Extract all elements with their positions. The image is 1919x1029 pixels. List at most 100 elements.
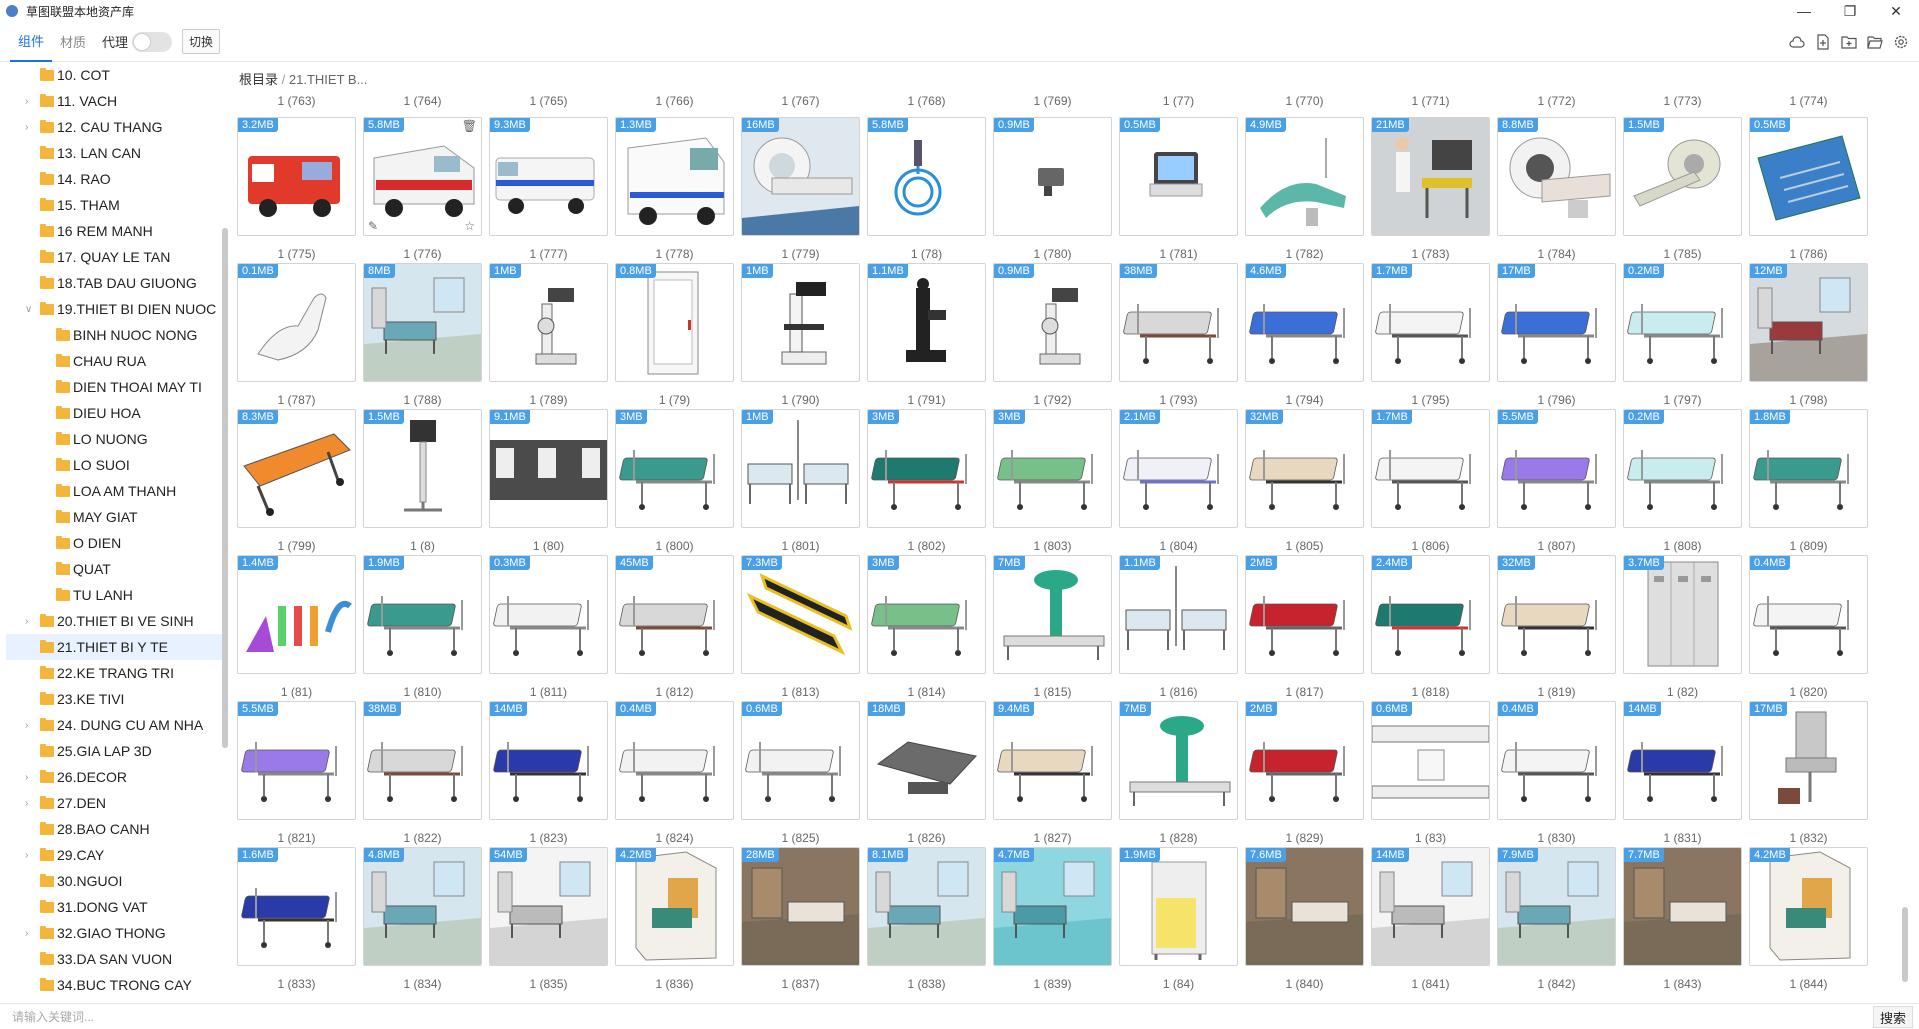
asset-card[interactable]: 54MB 1 (835) xyxy=(489,847,608,993)
asset-thumbnail[interactable]: 0.1MB xyxy=(237,263,356,382)
asset-thumbnail[interactable]: 3.2MB xyxy=(237,117,356,236)
asset-thumbnail[interactable]: 1.1MB xyxy=(867,263,986,382)
tree-item[interactable]: 15. THAM xyxy=(6,192,228,218)
asset-thumbnail[interactable]: 0.9MB xyxy=(993,263,1112,382)
asset-thumbnail[interactable]: 0.5MB xyxy=(1749,117,1868,236)
asset-thumbnail[interactable]: 1.7MB xyxy=(1371,409,1490,528)
asset-thumbnail[interactable]: 18MB xyxy=(867,701,986,820)
tree-item[interactable]: › 29.CAY xyxy=(6,842,228,868)
chevron-right-icon[interactable]: › xyxy=(25,720,28,731)
tree-item[interactable]: DIEU HOA xyxy=(6,400,228,426)
asset-thumbnail[interactable]: 3MB xyxy=(867,555,986,674)
asset-card[interactable]: 16MB 1 (779) xyxy=(741,117,860,263)
tree-item[interactable]: › 24. DUNG CU AM NHA xyxy=(6,712,228,738)
asset-thumbnail[interactable]: 12MB xyxy=(1749,263,1868,382)
asset-card[interactable]: 9.3MB 1 (777) xyxy=(489,117,608,263)
asset-card[interactable]: 1.8MB 1 (809) xyxy=(1749,409,1868,555)
chevron-right-icon[interactable]: › xyxy=(25,928,28,939)
asset-card[interactable]: 0.9MB 1 (792) xyxy=(993,263,1112,409)
asset-card[interactable]: 32MB 1 (819) xyxy=(1497,555,1616,701)
asset-thumbnail[interactable]: 1.1MB xyxy=(1119,555,1238,674)
asset-thumbnail[interactable]: 1.4MB xyxy=(237,555,356,674)
asset-thumbnail[interactable]: 5.8MB xyxy=(867,117,986,236)
tree-item[interactable]: BINH NUOC NONG xyxy=(6,322,228,348)
asset-thumbnail[interactable]: 0.5MB xyxy=(1119,117,1238,236)
asset-card[interactable]: 3MB 1 (802) xyxy=(867,409,986,555)
asset-thumbnail[interactable]: 0.4MB xyxy=(1749,555,1868,674)
asset-card[interactable]: 0.8MB 1 (79) xyxy=(615,263,734,409)
asset-card[interactable]: 0.5MB 1 (786) xyxy=(1749,117,1868,263)
asset-card[interactable]: 5.5MB 1 (821) xyxy=(237,701,356,847)
tree-item[interactable]: › 11. VACH xyxy=(6,88,228,114)
asset-thumbnail[interactable]: 45MB xyxy=(615,555,734,674)
asset-card[interactable]: 3MB 1 (800) xyxy=(615,409,734,555)
switch-button[interactable]: 切换 xyxy=(182,29,221,54)
tree-item[interactable]: 16 REM MANH xyxy=(6,218,228,244)
edit-icon[interactable]: ✎ xyxy=(368,219,378,233)
asset-card[interactable]: 1.5MB 1 (8) xyxy=(363,409,482,555)
asset-thumbnail[interactable]: 7.9MB xyxy=(1497,847,1616,966)
tree-item[interactable]: DIEN THOAI MAY TI xyxy=(6,374,228,400)
asset-thumbnail[interactable]: 4.8MB xyxy=(363,847,482,966)
asset-thumbnail[interactable]: 1MB xyxy=(489,263,608,382)
asset-card[interactable]: 38MB 1 (822) xyxy=(363,701,482,847)
trash-icon[interactable]: 🗑 xyxy=(462,119,477,133)
asset-card[interactable]: 18MB 1 (826) xyxy=(867,701,986,847)
asset-thumbnail[interactable]: 1MB xyxy=(741,409,860,528)
asset-thumbnail[interactable]: 1.9MB xyxy=(1119,847,1238,966)
sidebar-scrollbar[interactable] xyxy=(222,228,228,748)
star-icon[interactable]: ☆ xyxy=(464,219,475,233)
tree-item[interactable]: 18.TAB DAU GIUONG xyxy=(6,270,228,296)
asset-card[interactable]: 28MB 1 (837) xyxy=(741,847,860,993)
asset-card[interactable]: 7.3MB 1 (813) xyxy=(741,555,860,701)
asset-card[interactable]: 2MB 1 (817) xyxy=(1245,555,1364,701)
minimize-icon[interactable]: — xyxy=(1781,0,1827,22)
asset-card[interactable]: 9.4MB 1 (827) xyxy=(993,701,1112,847)
asset-card[interactable]: 1.1MB 1 (791) xyxy=(867,263,986,409)
asset-card[interactable]: 1.3MB 1 (778) xyxy=(615,117,734,263)
tree-item[interactable]: O DIEN xyxy=(6,530,228,556)
asset-thumbnail[interactable]: 1MB xyxy=(741,263,860,382)
asset-card[interactable]: 2.1MB 1 (804) xyxy=(1119,409,1238,555)
asset-thumbnail[interactable]: 32MB xyxy=(1497,555,1616,674)
asset-thumbnail[interactable]: 14MB xyxy=(1623,701,1742,820)
asset-card[interactable]: 7.7MB 1 (843) xyxy=(1623,847,1742,993)
asset-thumbnail[interactable]: 1.6MB xyxy=(237,847,356,966)
chevron-right-icon[interactable]: › xyxy=(25,122,28,133)
asset-thumbnail[interactable]: 9.4MB xyxy=(993,701,1112,820)
chevron-down-icon[interactable]: ∨ xyxy=(25,304,32,315)
asset-thumbnail[interactable]: 2.1MB xyxy=(1119,409,1238,528)
asset-card[interactable]: 8MB 1 (788) xyxy=(363,263,482,409)
tab-components[interactable]: 组件 xyxy=(10,22,53,62)
asset-thumbnail[interactable]: 54MB xyxy=(489,847,608,966)
tree-item[interactable]: 17. QUAY LE TAN xyxy=(6,244,228,270)
asset-card[interactable]: 8.1MB 1 (838) xyxy=(867,847,986,993)
asset-thumbnail[interactable]: 3MB xyxy=(993,409,1112,528)
asset-thumbnail[interactable]: 4.9MB xyxy=(1245,117,1364,236)
tree-item[interactable]: LOA AM THANH xyxy=(6,478,228,504)
tree-item[interactable]: 22.KE TRANG TRI xyxy=(6,660,228,686)
asset-thumbnail[interactable]: 3MB xyxy=(615,409,734,528)
tree-item[interactable]: › 32.GIAO THONG xyxy=(6,920,228,946)
tree-item[interactable]: CHAU RUA xyxy=(6,348,228,374)
content-scrollbar[interactable] xyxy=(1902,907,1908,982)
tree-item[interactable]: LO SUOI xyxy=(6,452,228,478)
asset-thumbnail[interactable]: 4.2MB xyxy=(1749,847,1868,966)
asset-card[interactable]: 1MB 1 (790) xyxy=(741,263,860,409)
restore-icon[interactable]: ❐ xyxy=(1827,0,1873,22)
asset-thumbnail[interactable]: 9.1MB xyxy=(489,409,608,528)
asset-thumbnail[interactable]: 17MB xyxy=(1749,701,1868,820)
tree-item[interactable]: LO NUONG xyxy=(6,426,228,452)
tree-item[interactable]: 34.BUC TRONG CAY xyxy=(6,972,228,998)
asset-card[interactable]: 7MB 1 (828) xyxy=(1119,701,1238,847)
asset-card[interactable]: 0.4MB 1 (824) xyxy=(615,701,734,847)
asset-card[interactable]: 5.8MB 🗑 ✎ ☆ 1 (776) xyxy=(363,117,482,263)
chevron-right-icon[interactable]: › xyxy=(25,850,28,861)
asset-card[interactable]: 0.1MB 1 (787) xyxy=(237,263,356,409)
asset-card[interactable]: 4.7MB 1 (839) xyxy=(993,847,1112,993)
asset-thumbnail[interactable]: 17MB xyxy=(1497,263,1616,382)
tree-item[interactable]: 33.DA SAN VUON xyxy=(6,946,228,972)
asset-thumbnail[interactable]: 2MB xyxy=(1245,555,1364,674)
close-icon[interactable]: ✕ xyxy=(1873,0,1919,22)
asset-thumbnail[interactable]: 8.1MB xyxy=(867,847,986,966)
